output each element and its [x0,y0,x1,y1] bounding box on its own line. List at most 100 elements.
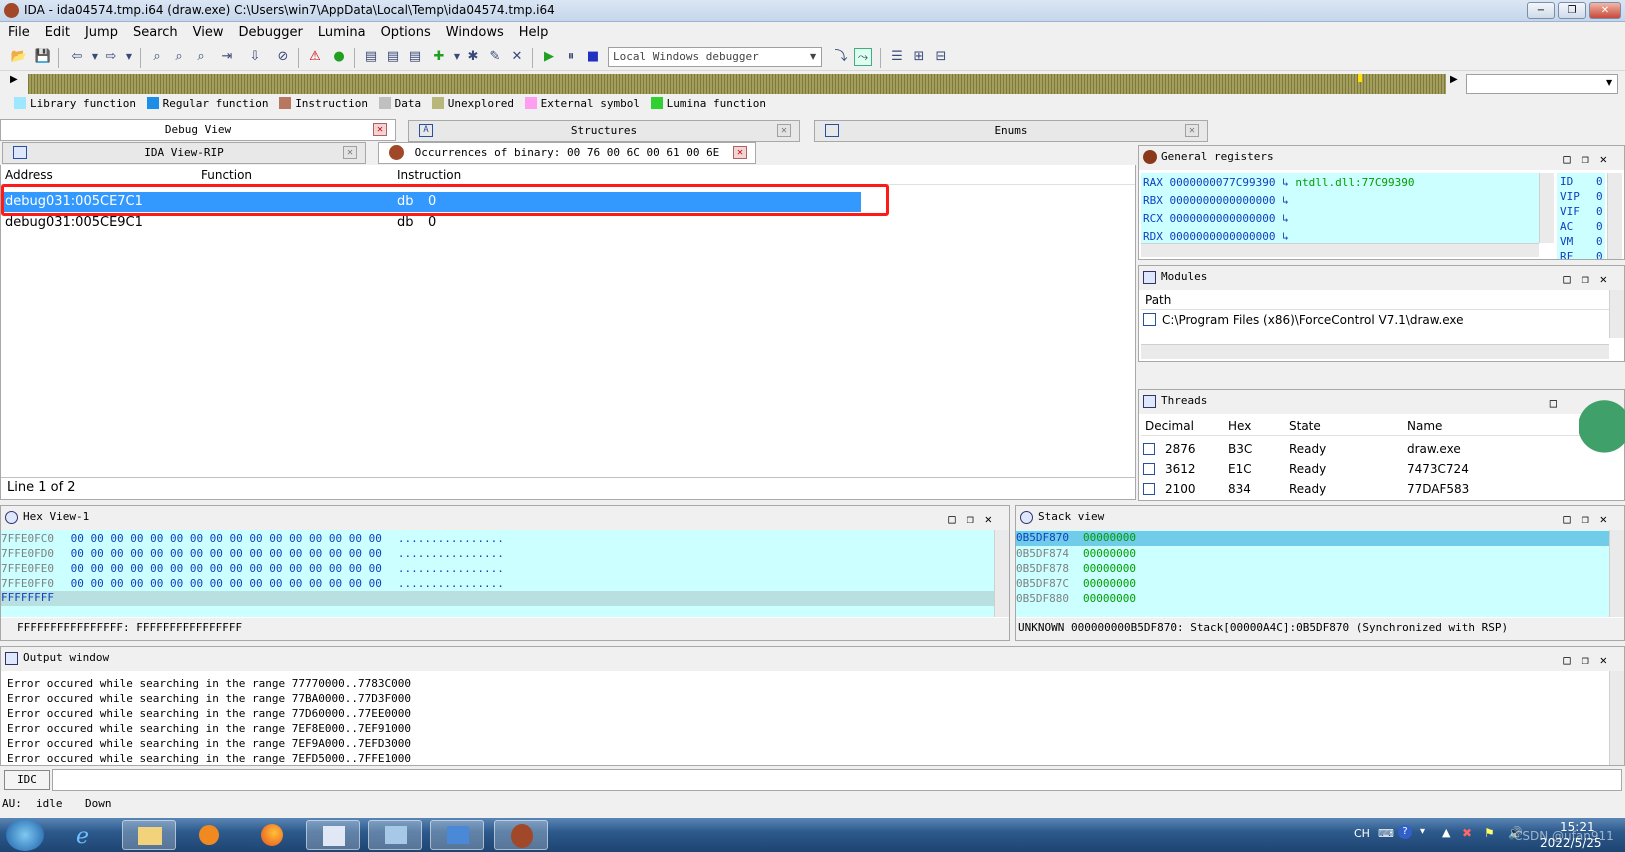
run-icon[interactable]: ▶ [540,48,558,66]
ie-icon[interactable]: ℯ [62,820,116,850]
chevron-down-icon[interactable]: ▼ [1606,78,1612,87]
register-row[interactable]: RDX 0000000000000000 ↳ [1143,230,1289,243]
menu-lumina[interactable]: Lumina [310,23,373,40]
flag-icon[interactable]: ⚑ [1484,826,1495,840]
menu-search[interactable]: Search [125,23,185,40]
tab-occurrences[interactable]: Occurrences of binary: 00 76 00 6C 00 61… [378,142,756,164]
show-hidden-icons[interactable]: ▲ [1442,826,1450,839]
tab-structures[interactable]: A Structures ✕ [408,120,800,142]
search-binary-icon[interactable]: ⌕ [148,48,166,66]
column-address[interactable]: Address [5,169,53,182]
panel-buttons[interactable]: □❐✕ [948,508,1003,530]
panel-buttons[interactable]: □❐✕ [1563,508,1618,530]
registers-hscrollbar[interactable] [1141,243,1539,257]
keyboard-icon[interactable]: ⌨ [1378,827,1394,840]
tab-enums[interactable]: Enums ✕ [814,120,1208,142]
close-icon[interactable]: ✕ [733,146,747,159]
command-input[interactable] [52,769,1622,791]
save-icon[interactable]: 💾 [34,48,52,66]
remote-desktop-icon[interactable] [368,820,422,850]
output-scrollbar[interactable] [1609,671,1624,765]
modules-column-path[interactable]: Path [1141,290,1609,310]
language-indicator[interactable]: CH [1354,827,1370,840]
hex-scrollbar[interactable] [994,530,1009,617]
step-over-icon[interactable]: ⤳ [854,48,872,66]
flag-row[interactable]: RF 0 [1560,250,1604,259]
panel-buttons[interactable]: □ [1550,392,1568,414]
make-data-icon[interactable]: ▤ [384,48,402,66]
idc-button[interactable]: IDC [4,770,50,790]
column-hex[interactable]: Hex [1228,419,1251,433]
menu-help[interactable]: Help [511,23,556,40]
close-icon[interactable]: ✕ [1185,124,1199,137]
stack-list[interactable]: 0B5DF870 00000000 0B5DF874 00000000 0B5DF8… [1016,530,1609,617]
help-icon[interactable]: ? [1398,825,1412,839]
monitor-icon[interactable] [430,820,484,850]
close-button[interactable]: ✕ [1589,2,1621,19]
modules-scrollbar[interactable] [1609,290,1624,338]
debugger-select[interactable]: Local Windows debugger [608,47,822,67]
panel-buttons[interactable]: □❐✕ [1563,649,1618,671]
nav-left-icon[interactable]: ▶ [10,74,18,85]
media-player-icon[interactable] [182,820,236,850]
firefox-icon[interactable] [246,820,300,850]
chevron-down-icon[interactable]: ▼ [810,52,816,61]
close-icon[interactable]: ✕ [373,123,387,136]
output-text[interactable]: Error occured while searching in the ran… [7,677,1597,765]
column-name[interactable]: Name [1407,419,1442,433]
hex-dump[interactable]: 7FFE0FC0 00 00 00 00 00 00 00 00 00 00 0… [1,530,994,617]
stop-icon[interactable]: ■ [584,48,602,66]
menu-file[interactable]: File [0,23,37,40]
add-breakpoint-icon[interactable]: ⊞ [910,48,928,66]
column-instruction[interactable]: Instruction [397,169,461,182]
thread-row[interactable]: 2100 834 Ready 77DAF583 [1143,482,1613,499]
panel-buttons[interactable]: □❐✕ [1563,268,1618,290]
tab-ida-view-rip[interactable]: IDA View-RIP ✕ [2,142,366,164]
menu-edit[interactable]: Edit [37,23,77,40]
menu-options[interactable]: Options [373,23,438,40]
flags-scrollbar[interactable] [1607,173,1622,259]
menu-windows[interactable]: Windows [438,23,511,40]
thread-row[interactable]: 3612 E1C Ready 7473C724 [1143,462,1613,476]
nav-select[interactable] [1466,74,1618,94]
patch-icon[interactable]: ✎ [486,48,504,66]
close-icon[interactable]: ✕ [343,146,357,159]
register-row[interactable]: RCX 0000000000000000 ↳ [1143,212,1289,225]
forward-icon[interactable]: ⇨ [102,48,120,66]
nav-right-icon[interactable]: ▶ [1450,74,1458,85]
stack-scrollbar[interactable] [1609,530,1624,617]
column-function[interactable]: Function [201,169,252,182]
forward-dropdown-icon[interactable]: ▼ [120,48,138,66]
warning-icon[interactable]: ⚠ [306,48,324,66]
network-icon[interactable]: ✖ [1462,826,1472,840]
tab-debug-view[interactable]: Debug View ✕ [0,119,396,141]
search-text-icon[interactable]: ⌕ [170,48,188,66]
menu-view[interactable]: View [185,23,231,40]
modules-hscrollbar[interactable] [1141,344,1609,359]
flag-row[interactable]: VIP 0 [1560,190,1604,203]
menu-debugger[interactable]: Debugger [230,23,309,40]
module-row[interactable]: C:\Program Files (x86)\ForceControl V7.1… [1143,313,1464,327]
breakpoint-list-icon[interactable]: ☰ [888,48,906,66]
close-icon[interactable]: ✕ [777,124,791,137]
register-row[interactable]: RBX 0000000000000000 ↳ [1143,194,1289,207]
panel-buttons[interactable]: □❐✕ [1563,148,1618,170]
exclude-icon[interactable]: ⊘ [274,48,292,66]
maximize-button[interactable]: ❐ [1558,2,1586,19]
navigation-band[interactable] [28,74,1446,94]
register-row[interactable]: RAX 0000000077C99390 ↳ ntdll.dll:77C9939… [1143,176,1415,189]
occurrence-row[interactable]: debug031:005CE9C1 db 0 [3,213,861,233]
flag-row[interactable]: AC 0 [1560,220,1604,233]
delete-icon[interactable]: ✕ [508,48,526,66]
thread-row[interactable]: 2876 B3C Ready draw.exe [1143,442,1613,456]
step-into-icon[interactable]: ⤵ [832,48,850,66]
make-code-icon[interactable]: ▤ [362,48,380,66]
flag-row[interactable]: VIF 0 [1560,205,1604,218]
app-window-icon[interactable] [306,820,360,850]
add-icon[interactable]: ✚ [430,48,448,66]
column-decimal[interactable]: Decimal [1145,419,1194,433]
ida-taskbar-icon[interactable] [494,820,548,850]
registers-scrollbar[interactable] [1539,173,1554,243]
open-icon[interactable]: 📂 [10,48,28,66]
minimize-button[interactable]: − [1527,2,1555,19]
